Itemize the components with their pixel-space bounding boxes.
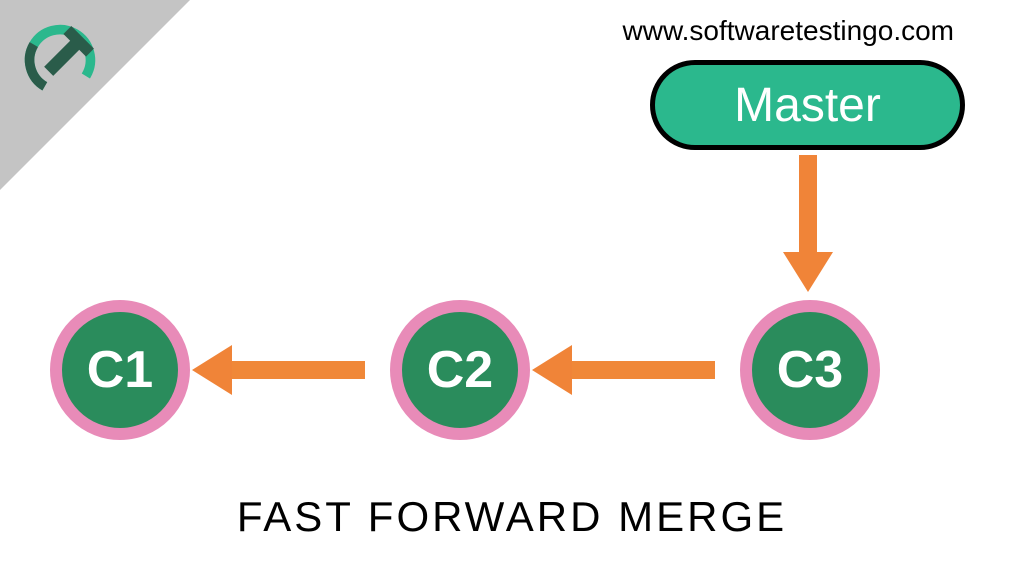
arrow-c3-to-c2 <box>565 361 715 379</box>
commit-node-c2: C2 <box>390 300 530 440</box>
commit-node-c1: C1 <box>50 300 190 440</box>
branch-label: Master <box>734 78 881 133</box>
arrowhead-down-icon <box>783 252 833 292</box>
commit-label: C1 <box>87 340 153 400</box>
diagram-title: FAST FORWARD MERGE <box>0 493 1024 541</box>
arrowhead-left-icon <box>532 345 572 395</box>
commit-label: C2 <box>427 340 493 400</box>
branch-badge-master: Master <box>650 60 965 150</box>
website-url: www.softwaretestingo.com <box>623 15 954 47</box>
arrowhead-left-icon <box>192 345 232 395</box>
arrow-c2-to-c1 <box>225 361 365 379</box>
logo-icon <box>20 20 100 100</box>
commit-label: C3 <box>777 340 843 400</box>
arrow-master-to-c3 <box>799 155 817 255</box>
commit-node-c3: C3 <box>740 300 880 440</box>
